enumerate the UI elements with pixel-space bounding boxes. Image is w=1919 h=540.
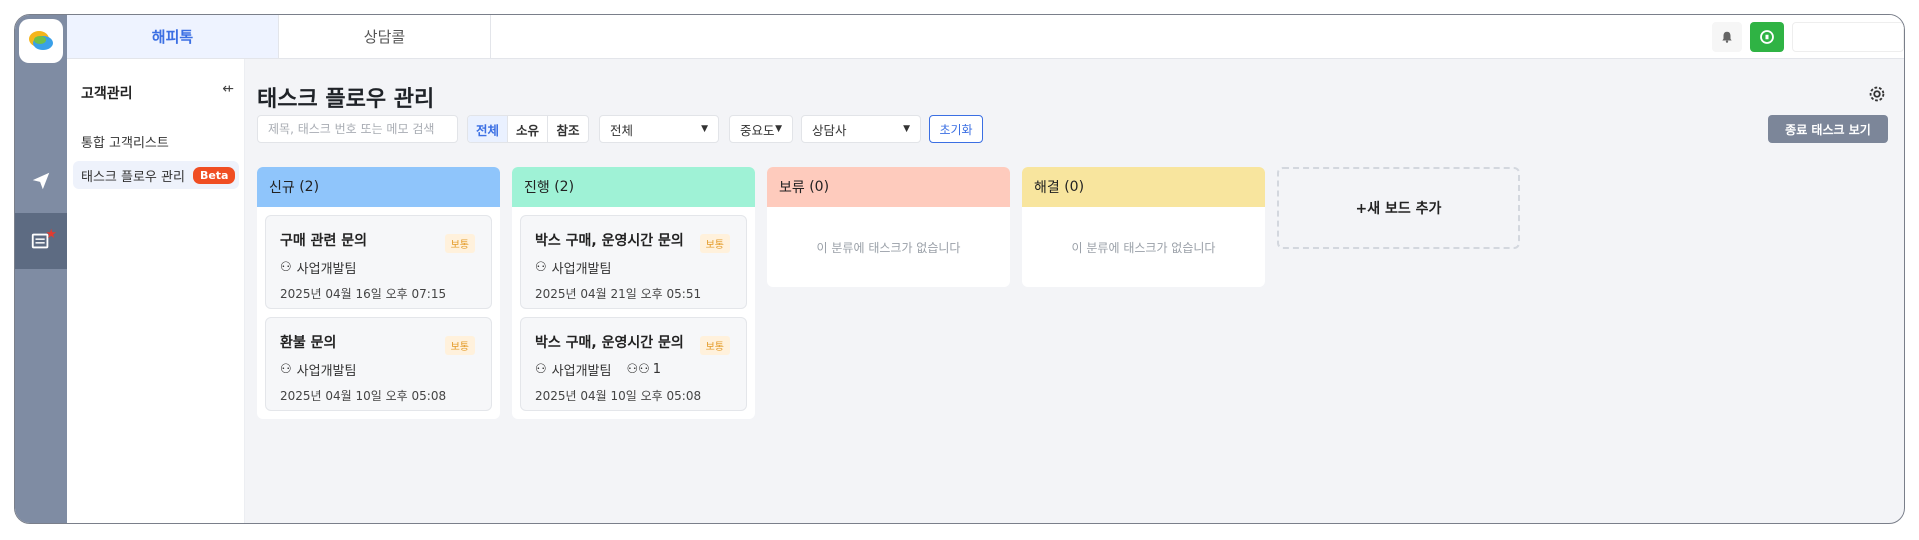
- status-select[interactable]: 전체 ▼: [599, 115, 719, 143]
- left-rail: ★: [15, 15, 67, 523]
- column-body: 박스 구매, 운영시간 문의 보통 ⚇ 사업개발팀 2025년 04월 21일 오…: [512, 207, 755, 419]
- participants: ⚇⚇ 1: [626, 362, 661, 377]
- column-header[interactable]: 진행 (2): [512, 167, 755, 207]
- column-name: 진행: [524, 180, 550, 196]
- status-select-value: 전체: [610, 122, 634, 138]
- tab-happytalk[interactable]: 해피톡: [67, 15, 279, 58]
- user-icon: ⚇: [280, 260, 292, 275]
- sidebar-title: 고객관리: [81, 86, 133, 102]
- task-card[interactable]: 구매 관련 문의 보통 ⚇ 사업개발팀 2025년 04월 16일 오후 07:1…: [265, 215, 492, 309]
- task-team: ⚇ 사업개발팀 ⚇⚇ 1: [535, 360, 732, 379]
- reset-button[interactable]: 초기화: [929, 115, 983, 143]
- empty-column-message: 이 분류에 태스크가 없습니다: [816, 240, 961, 255]
- main-content: 태스크 플로우 관리 전체 소유 참조 전체 ▼ 중요도 ▼ 상담사 ▼: [245, 59, 1904, 523]
- column-name: 해결: [1034, 180, 1060, 196]
- column-count: (0): [1064, 179, 1085, 195]
- top-tab-bar: 해피톡 상담콜: [67, 15, 1904, 59]
- task-date: 2025년 04월 10일 오후 05:08: [280, 389, 447, 403]
- people-icon: ⚇⚇: [626, 362, 650, 377]
- bell-icon[interactable]: [1712, 22, 1742, 52]
- board-column-resolved: 해결 (0) 이 분류에 태스크가 없습니다: [1022, 167, 1265, 287]
- task-card[interactable]: 환불 문의 보통 ⚇ 사업개발팀 2025년 04월 10일 오후 05:08: [265, 317, 492, 411]
- sidebar-item-customer-list[interactable]: 통합 고객리스트: [73, 127, 239, 155]
- add-board-button[interactable]: +새 보드 추가: [1277, 167, 1520, 249]
- priority-badge: 보통: [699, 336, 730, 355]
- sidebar-item-task-flow[interactable]: 태스크 플로우 관리 Beta: [73, 161, 239, 189]
- team-label: 사업개발팀: [551, 262, 612, 277]
- column-header[interactable]: 해결 (0): [1022, 167, 1265, 207]
- column-count: (0): [809, 179, 830, 195]
- app-logo-icon[interactable]: [19, 19, 63, 63]
- board-column-in-progress: 진행 (2) 박스 구매, 운영시간 문의 보통 ⚇ 사업개발팀 2025년 04…: [512, 167, 755, 419]
- empty-column-message: 이 분류에 태스크가 없습니다: [1071, 240, 1216, 255]
- team-label: 사업개발팀: [296, 262, 357, 277]
- collapse-sidebar-icon[interactable]: ⇷: [222, 81, 234, 97]
- sidebar-item-label: 태스크 플로우 관리: [81, 169, 185, 185]
- segment-referenced[interactable]: 참조: [548, 116, 588, 142]
- priority-badge: 보통: [444, 336, 475, 355]
- sidebar: 고객관리 ⇷ 통합 고객리스트 태스크 플로우 관리 Beta: [67, 59, 245, 523]
- board-column-new: 신규 (2) 구매 관련 문의 보통 ⚇ 사업개발팀 2025년 04월 16일 …: [257, 167, 500, 419]
- user-icon: ⚇: [535, 362, 547, 377]
- task-card[interactable]: 박스 구매, 운영시간 문의 보통 ⚇ 사업개발팀 ⚇⚇ 1 2025년 04월 1…: [520, 317, 747, 411]
- priority-badge: 보통: [444, 234, 475, 253]
- agent-select[interactable]: 상담사 ▼: [801, 115, 921, 143]
- task-card[interactable]: 박스 구매, 운영시간 문의 보통 ⚇ 사업개발팀 2025년 04월 21일 오…: [520, 215, 747, 309]
- participant-count: 1: [652, 362, 662, 377]
- search-input[interactable]: [257, 115, 458, 143]
- task-board-icon[interactable]: ★: [15, 213, 67, 269]
- team-label: 사업개발팀: [551, 364, 612, 379]
- column-header[interactable]: 신규 (2): [257, 167, 500, 207]
- caret-down-icon: ▼: [903, 124, 910, 134]
- notification-star-icon: ★: [45, 227, 57, 242]
- headset-icon[interactable]: [1750, 22, 1784, 52]
- task-team: ⚇ 사업개발팀: [280, 258, 477, 277]
- board-column-on-hold: 보류 (0) 이 분류에 태스크가 없습니다: [767, 167, 1010, 287]
- send-icon[interactable]: [15, 153, 67, 209]
- segment-all[interactable]: 전체: [468, 116, 508, 142]
- app-window: ★ 해피톡 상담콜 고객관리 ⇷ 통합 고객리스트 태스크 플로우 관리 Bet…: [14, 14, 1905, 524]
- sidebar-item-label: 통합 고객리스트: [81, 135, 169, 151]
- caret-down-icon: ▼: [775, 124, 782, 134]
- caret-down-icon: ▼: [701, 124, 708, 134]
- task-team: ⚇ 사업개발팀: [535, 258, 732, 277]
- user-icon: ⚇: [535, 260, 547, 275]
- priority-select-value: 중요도: [740, 122, 775, 138]
- ownership-segment: 전체 소유 참조: [467, 115, 589, 143]
- team-label: 사업개발팀: [296, 364, 357, 379]
- segment-owned[interactable]: 소유: [508, 116, 548, 142]
- profile-menu[interactable]: [1792, 22, 1904, 52]
- tab-consult-call[interactable]: 상담콜: [279, 15, 491, 58]
- task-team: ⚇ 사업개발팀: [280, 360, 477, 379]
- user-icon: ⚇: [280, 362, 292, 377]
- priority-select[interactable]: 중요도 ▼: [729, 115, 793, 143]
- beta-badge: Beta: [192, 166, 236, 184]
- closed-tasks-button[interactable]: 종료 태스크 보기: [1768, 115, 1888, 143]
- column-header[interactable]: 보류 (0): [767, 167, 1010, 207]
- task-date: 2025년 04월 10일 오후 05:08: [535, 389, 702, 403]
- column-count: (2): [299, 179, 320, 195]
- agent-select-value: 상담사: [812, 122, 847, 138]
- gear-icon[interactable]: [1866, 83, 1888, 105]
- column-name: 보류: [779, 180, 805, 196]
- column-body: 구매 관련 문의 보통 ⚇ 사업개발팀 2025년 04월 16일 오후 07:1…: [257, 207, 500, 419]
- top-right-controls: [1712, 20, 1904, 54]
- task-date: 2025년 04월 21일 오후 05:51: [535, 287, 702, 301]
- task-date: 2025년 04월 16일 오후 07:15: [280, 287, 447, 301]
- column-count: (2): [554, 179, 575, 195]
- column-name: 신규: [269, 180, 295, 196]
- page-title: 태스크 플로우 관리: [257, 87, 435, 112]
- priority-badge: 보통: [699, 234, 730, 253]
